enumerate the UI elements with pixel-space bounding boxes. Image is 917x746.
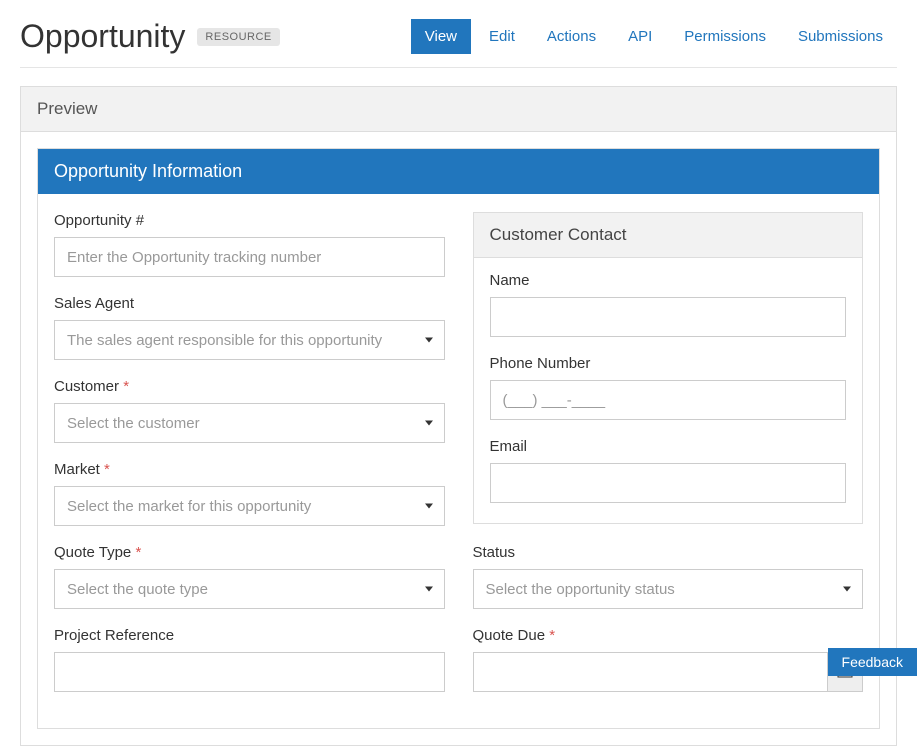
contact-name-label: Name bbox=[490, 272, 847, 289]
customer-placeholder: Select the customer bbox=[54, 403, 445, 443]
sales-agent-select[interactable]: The sales agent responsible for this opp… bbox=[54, 320, 445, 360]
customer-contact-panel: Customer Contact Name Phone Number bbox=[473, 212, 864, 524]
feedback-tab[interactable]: Feedback bbox=[828, 648, 917, 676]
contact-name-input[interactable] bbox=[490, 297, 847, 337]
contact-email-label: Email bbox=[490, 438, 847, 455]
preview-header: Preview bbox=[21, 87, 896, 132]
market-select[interactable]: Select the market for this opportunity bbox=[54, 486, 445, 526]
quote-type-select[interactable]: Select the quote type bbox=[54, 569, 445, 609]
sales-agent-placeholder: The sales agent responsible for this opp… bbox=[54, 320, 445, 360]
resource-badge: RESOURCE bbox=[197, 28, 279, 46]
status-placeholder: Select the opportunity status bbox=[473, 569, 864, 609]
page-title: Opportunity bbox=[20, 18, 185, 55]
customer-select[interactable]: Select the customer bbox=[54, 403, 445, 443]
status-select[interactable]: Select the opportunity status bbox=[473, 569, 864, 609]
opportunity-num-input[interactable] bbox=[54, 237, 445, 277]
tab-actions[interactable]: Actions bbox=[533, 19, 610, 54]
tab-submissions[interactable]: Submissions bbox=[784, 19, 897, 54]
project-ref-label: Project Reference bbox=[54, 627, 445, 644]
section-title: Opportunity Information bbox=[38, 149, 879, 194]
market-placeholder: Select the market for this opportunity bbox=[54, 486, 445, 526]
quote-due-label: Quote Due * bbox=[473, 627, 864, 644]
market-label: Market * bbox=[54, 461, 445, 478]
tab-edit[interactable]: Edit bbox=[475, 19, 529, 54]
tab-api[interactable]: API bbox=[614, 19, 666, 54]
quote-type-label: Quote Type * bbox=[54, 544, 445, 561]
opportunity-num-label: Opportunity # bbox=[54, 212, 445, 229]
nav-tabs: View Edit Actions API Permissions Submis… bbox=[411, 19, 897, 54]
quote-type-placeholder: Select the quote type bbox=[54, 569, 445, 609]
sales-agent-label: Sales Agent bbox=[54, 295, 445, 312]
contact-phone-label: Phone Number bbox=[490, 355, 847, 372]
customer-contact-title: Customer Contact bbox=[474, 213, 863, 258]
customer-label: Customer * bbox=[54, 378, 445, 395]
tab-view[interactable]: View bbox=[411, 19, 471, 54]
contact-email-input[interactable] bbox=[490, 463, 847, 503]
tab-permissions[interactable]: Permissions bbox=[670, 19, 780, 54]
preview-panel: Preview Opportunity Information Opportun… bbox=[20, 86, 897, 746]
status-label: Status bbox=[473, 544, 864, 561]
quote-due-input[interactable] bbox=[473, 652, 827, 692]
contact-phone-input[interactable] bbox=[490, 380, 847, 420]
project-ref-input[interactable] bbox=[54, 652, 445, 692]
